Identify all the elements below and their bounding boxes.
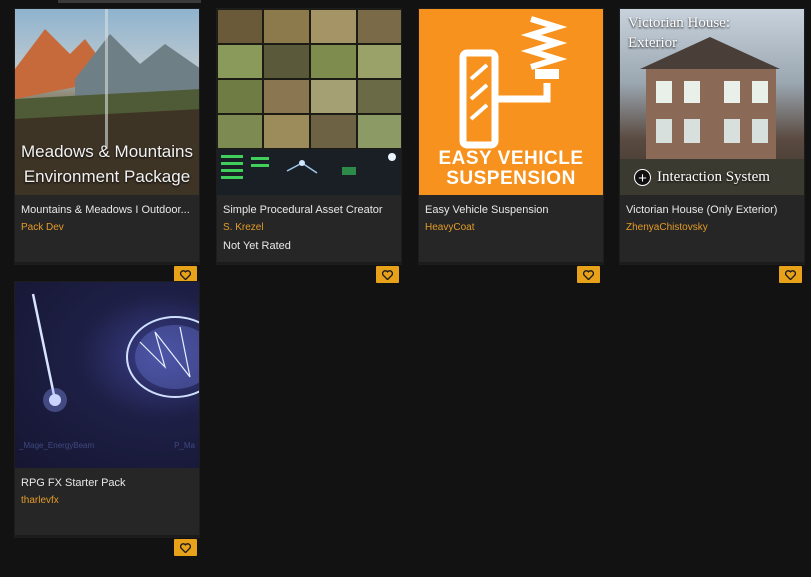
divider [15, 535, 199, 537]
heart-icon [180, 269, 191, 280]
favorite-button[interactable] [174, 539, 197, 556]
node-graph-preview [217, 149, 401, 195]
asset-title[interactable]: Mountains & Meadows I Outdoor... [21, 204, 195, 216]
asset-author[interactable]: Pack Dev [21, 222, 64, 233]
divider [620, 262, 804, 264]
asset-card[interactable]: _Mage_EnergyBeam P_Ma RPG FX Starter Pac… [14, 281, 200, 538]
asset-card[interactable]: EASY VEHICLE SUSPENSION Easy Vehicle Sus… [418, 8, 604, 265]
asset-thumbnail[interactable]: Victorian House: Exterior + Interaction … [620, 9, 804, 195]
asset-author[interactable]: S. Krezel [223, 222, 264, 233]
favorite-button[interactable] [779, 266, 802, 283]
thumbnail-subcaption-text: Interaction System [657, 169, 770, 185]
asset-thumbnail[interactable]: _Mage_EnergyBeam P_Ma [15, 282, 199, 468]
asset-card[interactable]: Victorian House: Exterior + Interaction … [619, 8, 805, 265]
thumbnail-caption: Meadows & Mountains Environment Package [15, 139, 199, 189]
asset-title[interactable]: Easy Vehicle Suspension [425, 204, 599, 216]
heart-icon [180, 542, 191, 553]
thumbnail-label: _Mage_EnergyBeam [19, 441, 95, 450]
asset-thumbnail[interactable]: EASY VEHICLE SUSPENSION [419, 9, 603, 195]
asset-title[interactable]: Victorian House (Only Exterior) [626, 204, 800, 216]
asset-thumbnail[interactable] [217, 9, 401, 195]
divider [419, 262, 603, 264]
asset-author[interactable]: HeavyCoat [425, 222, 474, 233]
asset-card[interactable]: Meadows & Mountains Environment Package … [14, 8, 200, 265]
thumbnail-caption-line: Environment Package [23, 167, 191, 186]
thumbnail-caption-line: Victorian House: [628, 15, 730, 31]
asset-grid-page: Meadows & Mountains Environment Package … [0, 0, 811, 577]
asset-title[interactable]: RPG FX Starter Pack [21, 477, 195, 489]
asset-title[interactable]: Simple Procedural Asset Creator [223, 204, 397, 216]
thumbnail-caption: EASY VEHICLE SUSPENSION [419, 149, 603, 189]
thumbnail-label: P_Ma [174, 441, 195, 450]
favorite-button[interactable] [577, 266, 600, 283]
rating-text: Not Yet Rated [223, 240, 291, 252]
thumbnail-labels: _Mage_EnergyBeam P_Ma [19, 441, 195, 450]
thumbnail-caption-line: SUSPENSION [446, 168, 576, 189]
thumbnail-caption-line: Exterior [628, 35, 678, 51]
previous-row-edge [58, 0, 201, 3]
asset-author[interactable]: ZhenyaChistovsky [626, 222, 708, 233]
heart-icon [785, 269, 796, 280]
asset-card[interactable]: Simple Procedural Asset Creator S. Kreze… [216, 8, 402, 265]
divider [217, 262, 401, 264]
heart-icon [583, 269, 594, 280]
thumbnail-caption-line: EASY VEHICLE [438, 148, 584, 169]
node-graph-illustration [221, 153, 396, 179]
heart-icon [382, 269, 393, 280]
asset-thumbnail[interactable]: Meadows & Mountains Environment Package [15, 9, 199, 195]
plus-circle-icon: + [634, 169, 651, 187]
thumbnail-caption-line: Meadows & Mountains [21, 142, 193, 161]
favorite-button[interactable] [376, 266, 399, 283]
thumbnail-subcaption: + Interaction System [634, 169, 770, 187]
divider [15, 262, 199, 264]
thumbnail-heading: Victorian House: Exterior [628, 13, 730, 53]
asset-author[interactable]: tharlevfx [21, 495, 59, 506]
